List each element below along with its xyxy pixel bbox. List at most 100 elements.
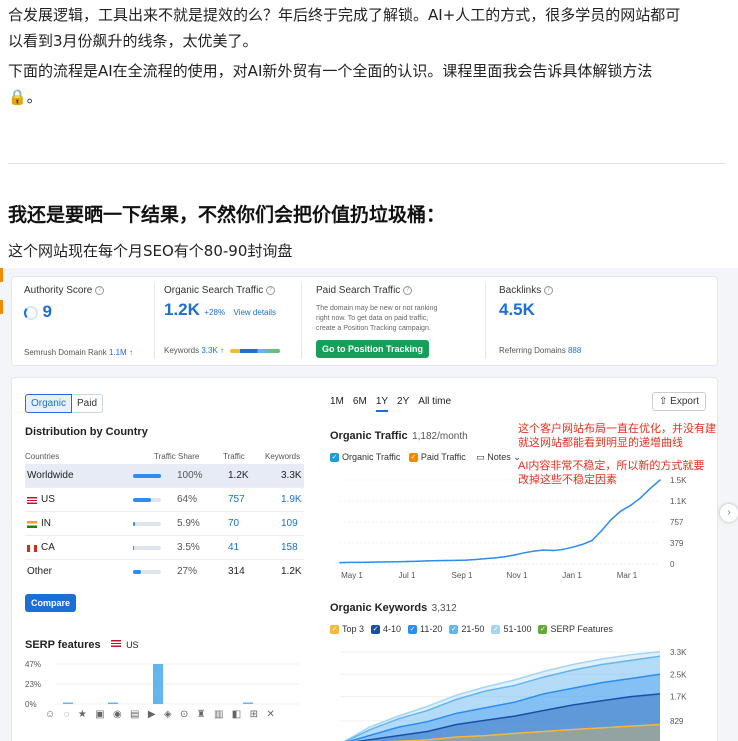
traffic-point [639,497,642,499]
date-range-tabs: 1M 6M 1Y 2Y All time [330,396,460,412]
keywords-value[interactable]: 109 [281,518,298,529]
keywords-value[interactable]: 158 [281,542,298,553]
table-row[interactable]: IN 5.9% 70 109 [25,512,304,536]
legend-paid: Paid Traffic [420,452,466,462]
smile-icon[interactable]: ☺ [45,709,55,720]
range-tab[interactable]: 1M [330,396,344,407]
info-icon[interactable]: ? [95,285,105,295]
record-icon[interactable]: ◉ [113,709,122,720]
export-button[interactable]: ⇧ Export [652,392,707,411]
position-tracking-button[interactable]: Go to Position Tracking [316,340,430,358]
traffic-point [571,546,574,548]
notes-dropdown[interactable]: Notes [487,452,511,462]
y-tick-label: 3.3K [670,648,687,657]
share-bar-fill [133,474,161,478]
share-bar-fill [133,546,134,550]
checkbox-icon[interactable]: ✓ [330,453,339,463]
y-tick-label: 1.7K [670,693,687,702]
hide-icon[interactable]: ◌ [64,709,70,720]
share-value: 27% [177,566,198,577]
info-icon[interactable]: ? [266,285,276,295]
play-icon[interactable]: ▶ [148,709,156,720]
scroll-right-button[interactable]: › [720,504,738,522]
x-tick-label: Jul 1 [399,571,416,580]
serp-title: SERP features [25,639,101,651]
checkbox-icon[interactable]: ✓ [538,625,548,635]
share-bar [133,570,161,574]
x-icon[interactable]: ✕ [266,709,274,720]
traffic-value[interactable]: 757 [228,494,245,505]
info-icon[interactable]: ? [544,285,554,295]
share-value: 100% [177,470,203,481]
range-tab[interactable]: All time [418,396,451,407]
traffic-value: 314 [228,566,245,577]
serp-bar [108,702,118,704]
share-bar [133,522,161,526]
us-flag-icon [111,640,122,648]
keywords-legend-item: SERP Features [550,624,613,634]
y-tick-label: 379 [670,539,684,548]
checkbox-icon[interactable]: ✓ [408,453,418,463]
image-icon[interactable]: ▣ [95,709,104,720]
keywords-distribution-bar [230,348,281,353]
x-tick-label: Sep 1 [452,571,473,580]
grid-icon[interactable]: ⊞ [250,709,258,720]
traffic-value[interactable]: 41 [228,542,239,553]
distribution-title: Distribution by Country [25,426,148,438]
backlinks-block: Backlinks ? 4.5K Referring Domains 888 [499,285,581,355]
authority-gauge-icon [24,305,38,320]
traffic-point [630,504,632,506]
organic-label: Organic Search Traffic [164,285,264,296]
location-icon[interactable]: ⊙ [180,709,188,720]
y-tick-label: 23% [25,680,41,689]
info-icon[interactable]: ? [403,285,413,295]
paid-label: Paid Search Traffic [316,285,401,296]
compare-button[interactable]: Compare [25,594,77,612]
table-row[interactable]: CA 3.5% 41 158 [25,536,304,560]
checkbox-icon[interactable]: ✓ [491,625,501,635]
cap-icon[interactable]: ♜ [197,709,206,720]
tab-organic[interactable]: Organic [25,394,73,413]
article-paragraph-2: 下面的流程是AI在全流程的使用，对AI新外贸有一个全面的认识。课程里面我会告诉具… [8,58,652,110]
share-value: 3.5% [177,542,200,553]
table-row[interactable]: Other 27% 314 1.2K [25,560,304,584]
checkbox-icon[interactable]: ✓ [330,625,339,635]
table-row[interactable]: US 64% 757 1.9K [25,488,304,512]
keywords-value[interactable]: 1.9K [281,494,302,505]
x-tick-label: May 1 [341,571,363,580]
range-tab[interactable]: 1Y [375,396,389,412]
checkbox-icon[interactable]: ✓ [408,625,418,635]
domain-rank-value[interactable]: 1.1M ↑ [109,348,133,357]
referring-domains-value[interactable]: 888 [568,346,581,355]
checkbox-icon[interactable]: ✓ [371,625,381,635]
shape-icon[interactable]: ◧ [232,709,241,720]
table-row[interactable]: Worldwide 100% 1.2K 3.3K [25,464,304,488]
tab-paid[interactable]: Paid [72,394,104,413]
traffic-title: Organic Traffic [330,430,408,442]
keywords-value[interactable]: 3.3K ↑ [201,346,224,355]
organic-paid-toggle: Organic Paid [25,393,104,413]
serp-bar [153,664,163,704]
traffic-point [533,550,535,552]
traffic-point [348,561,351,564]
range-tab[interactable]: 6M [353,396,367,407]
checkbox-icon[interactable]: ✓ [449,625,459,635]
country-name: US [41,494,55,505]
text-icon[interactable]: ▤ [130,709,139,720]
star-icon[interactable]: ★ [78,709,87,720]
x-tick-label: Jan 1 [562,571,582,580]
para1-line2: 以看到3月份飙升的线条，太优美了。 [8,32,258,50]
traffic-point [591,539,593,542]
doc-icon[interactable]: ▥ [214,709,223,720]
range-tab[interactable]: 2Y [397,396,409,407]
view-details-link[interactable]: View details [234,308,277,317]
serp-bar [63,702,73,704]
traffic-legend: ✓ Organic Traffic ✓ Paid Traffic ▭ Notes ⌄ [330,452,521,463]
keywords-count: 3,312 [431,603,457,614]
y-tick-label: 2.5K [670,670,687,679]
pin-icon[interactable]: ◈ [164,709,172,720]
share-value: 5.9% [177,518,200,529]
keywords-legend-item: 51-100 [503,624,532,634]
section-heading: 我还是要晒一下结果，不然你们会把价值扔垃圾桶： [8,204,446,226]
traffic-value[interactable]: 70 [228,518,239,529]
